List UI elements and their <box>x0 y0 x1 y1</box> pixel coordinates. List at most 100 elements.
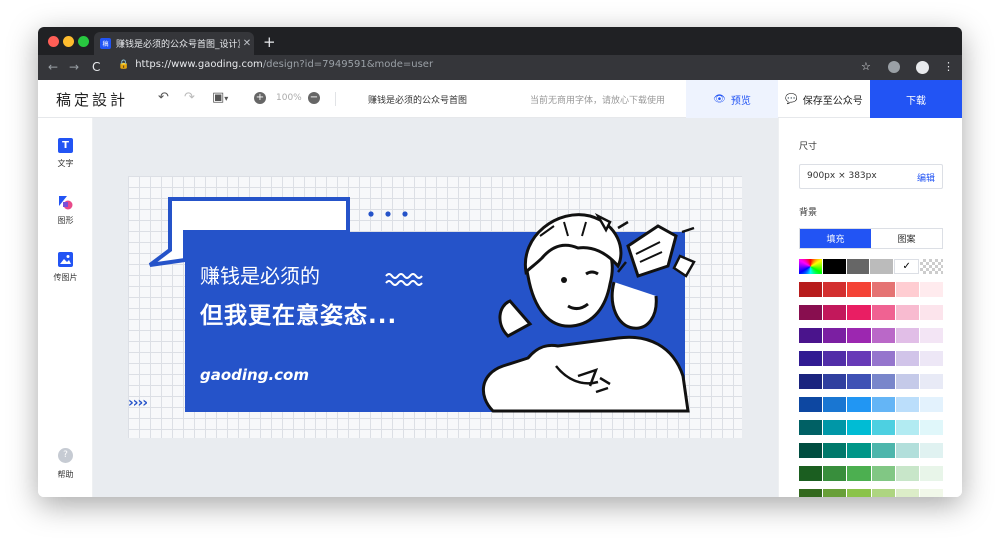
maximize-window-button[interactable] <box>78 36 89 47</box>
color-swatch[interactable] <box>919 282 944 297</box>
edit-size-link[interactable]: 编辑 <box>917 171 935 184</box>
reload-icon[interactable]: C <box>92 60 100 74</box>
preview-button[interactable]: 👁 预览 <box>686 80 778 118</box>
color-swatch[interactable] <box>847 374 871 389</box>
color-swatch[interactable] <box>871 420 895 435</box>
browser-tab[interactable]: 稿 赚钱是必须的公众号首图_设计》 ✕ <box>94 32 254 55</box>
color-swatch[interactable] <box>895 443 919 458</box>
color-swatch[interactable] <box>871 305 895 320</box>
profile-avatar-icon[interactable] <box>916 61 929 74</box>
color-swatch[interactable] <box>871 282 895 297</box>
color-swatch[interactable] <box>799 420 823 435</box>
color-swatch[interactable] <box>919 489 944 497</box>
color-swatch[interactable] <box>895 351 919 366</box>
color-swatch[interactable] <box>919 397 944 412</box>
color-swatch[interactable] <box>847 282 871 297</box>
color-swatch[interactable] <box>895 374 919 389</box>
minimize-window-button[interactable] <box>63 36 74 47</box>
color-swatch[interactable] <box>823 397 847 412</box>
color-swatch[interactable] <box>871 374 895 389</box>
color-swatch[interactable] <box>895 489 919 497</box>
color-swatch[interactable] <box>822 259 846 274</box>
zoom-out-icon[interactable]: − <box>308 92 320 104</box>
color-swatch[interactable] <box>871 328 895 343</box>
color-swatch[interactable] <box>799 351 823 366</box>
transparent-swatch[interactable] <box>920 259 943 274</box>
color-swatch[interactable] <box>847 397 871 412</box>
site-watermark[interactable]: gaoding.com <box>200 366 309 384</box>
headline-line-1[interactable]: 赚钱是必须的 <box>200 260 320 289</box>
color-swatch[interactable] <box>847 443 871 458</box>
color-swatch[interactable] <box>823 489 847 497</box>
sidebar-item-text[interactable]: T 文字 <box>38 138 93 169</box>
color-swatch[interactable] <box>823 282 847 297</box>
cartoon-man-illustration[interactable] <box>468 206 728 416</box>
bookmark-star-icon[interactable]: ☆ <box>861 60 871 73</box>
color-swatch[interactable] <box>847 466 871 481</box>
color-swatch[interactable] <box>895 282 919 297</box>
color-swatch[interactable] <box>799 397 823 412</box>
forward-icon[interactable]: → <box>69 60 79 74</box>
sidebar-item-shapes[interactable]: 图形 <box>38 195 93 226</box>
color-swatch[interactable] <box>871 351 895 366</box>
tab-fill[interactable]: 填充 <box>800 229 871 248</box>
download-button[interactable]: 下载 <box>870 80 962 118</box>
color-swatch[interactable] <box>895 397 919 412</box>
gaoding-logo[interactable]: 稿定設計 <box>56 89 128 110</box>
color-swatch[interactable] <box>871 489 895 497</box>
color-swatch[interactable] <box>823 351 847 366</box>
color-swatch[interactable] <box>799 466 823 481</box>
color-swatch[interactable] <box>847 328 871 343</box>
close-window-button[interactable] <box>48 36 59 47</box>
save-menu-icon[interactable]: ▣▾ <box>212 90 228 105</box>
color-swatch[interactable] <box>919 351 944 366</box>
extension-icon[interactable] <box>888 61 900 73</box>
color-swatch[interactable] <box>871 397 895 412</box>
color-swatch[interactable] <box>799 328 823 343</box>
color-swatch[interactable] <box>919 443 944 458</box>
new-tab-icon[interactable]: + <box>263 33 276 51</box>
zoom-in-icon[interactable]: + <box>254 92 266 104</box>
color-swatch[interactable] <box>847 305 871 320</box>
color-swatch[interactable] <box>847 420 871 435</box>
color-swatch[interactable] <box>799 489 823 497</box>
selected-white-swatch[interactable]: ✓ <box>894 259 920 274</box>
color-swatch[interactable] <box>799 443 823 458</box>
color-picker-swatch[interactable] <box>799 259 822 274</box>
color-swatch[interactable] <box>847 489 871 497</box>
design-artboard[interactable]: 赚钱是必须的 但我更在意姿态... gaoding.com ›››› <box>128 176 742 438</box>
color-swatch[interactable] <box>847 351 871 366</box>
color-swatch[interactable] <box>799 305 823 320</box>
color-swatch[interactable] <box>919 374 944 389</box>
color-swatch[interactable] <box>919 328 944 343</box>
sidebar-item-upload-image[interactable]: 传图片 <box>38 252 93 283</box>
document-title[interactable]: 赚钱是必须的公众号首图 <box>368 93 467 106</box>
color-swatch[interactable] <box>823 305 847 320</box>
browser-menu-icon[interactable]: ⋮ <box>943 60 954 73</box>
color-swatch[interactable] <box>799 282 823 297</box>
color-swatch[interactable] <box>895 466 919 481</box>
back-icon[interactable]: ← <box>48 60 58 74</box>
help-button[interactable]: ? 帮助 <box>38 448 93 480</box>
color-swatch[interactable] <box>823 466 847 481</box>
color-swatch[interactable] <box>919 305 944 320</box>
color-swatch[interactable] <box>799 374 823 389</box>
tab-pattern[interactable]: 图案 <box>871 229 942 248</box>
color-swatch[interactable] <box>846 259 870 274</box>
color-swatch[interactable] <box>823 420 847 435</box>
color-swatch[interactable] <box>895 305 919 320</box>
save-to-wechat-button[interactable]: 💬 保存至公众号 <box>778 80 870 118</box>
headline-line-2[interactable]: 但我更在意姿态... <box>200 296 397 330</box>
redo-icon[interactable]: ↷ <box>184 90 195 105</box>
color-swatch[interactable] <box>870 259 894 274</box>
color-swatch[interactable] <box>823 328 847 343</box>
url-field[interactable]: 🔒 https://www.gaoding.com/design?id=79495… <box>118 59 433 70</box>
color-swatch[interactable] <box>895 420 919 435</box>
color-swatch[interactable] <box>871 443 895 458</box>
color-swatch[interactable] <box>895 328 919 343</box>
undo-icon[interactable]: ↶ <box>158 90 169 105</box>
color-swatch[interactable] <box>919 420 944 435</box>
color-swatch[interactable] <box>823 374 847 389</box>
tab-close-icon[interactable]: ✕ <box>240 38 254 49</box>
color-swatch[interactable] <box>919 466 944 481</box>
